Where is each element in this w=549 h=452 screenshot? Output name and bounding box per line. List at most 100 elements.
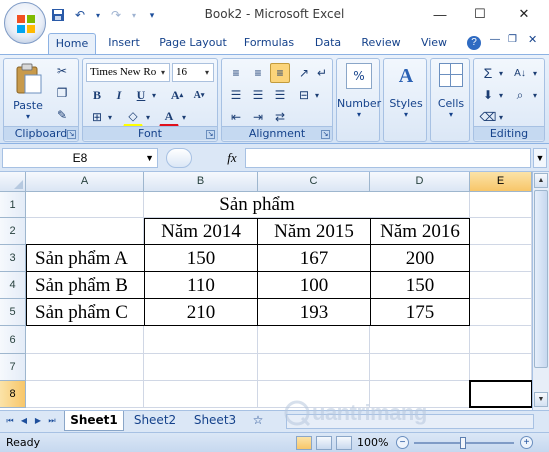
find-select-icon[interactable]: ⌕ — [510, 85, 530, 105]
fill-color-icon[interactable]: ◇ — [123, 107, 143, 127]
formula-expand-icon[interactable]: ▼ — [533, 148, 547, 168]
close-button[interactable]: ✕ — [504, 0, 544, 28]
minimize-button[interactable]: — — [420, 0, 460, 28]
align-left-icon[interactable]: ☰ — [226, 85, 246, 105]
scroll-down-icon[interactable]: ▼ — [534, 392, 548, 407]
cell-c6[interactable] — [258, 326, 370, 354]
clipboard-launcher-icon[interactable]: ↘ — [67, 130, 76, 139]
help-icon[interactable]: ? — [467, 36, 481, 50]
shrink-font-icon[interactable]: A ▾ — [189, 85, 209, 105]
orientation-icon[interactable]: ↗ — [294, 63, 314, 83]
text-direction-icon[interactable]: ⇄ — [270, 107, 290, 127]
font-name-select[interactable]: Times New Ro ▾ — [86, 63, 170, 82]
sort-filter-dropdown-icon[interactable]: ▾ — [530, 63, 540, 83]
year-header-2015[interactable]: Năm 2015 — [257, 218, 371, 245]
autosum-icon[interactable]: Σ — [478, 63, 498, 83]
cut-icon[interactable]: ✂ — [52, 61, 72, 81]
cell-a1[interactable] — [26, 192, 144, 218]
underline-button[interactable]: U — [131, 85, 151, 105]
page-layout-view-icon[interactable] — [316, 436, 332, 450]
find-select-dropdown-icon[interactable]: ▾ — [530, 85, 540, 105]
product-a-2015[interactable]: 167 — [257, 244, 371, 272]
page-break-view-icon[interactable] — [336, 436, 352, 450]
borders-dropdown-icon[interactable]: ▾ — [105, 107, 115, 127]
row-header-2[interactable]: 2 — [0, 218, 26, 245]
borders-icon[interactable]: ⊞ — [87, 107, 107, 127]
clear-dropdown-icon[interactable]: ▾ — [496, 107, 506, 127]
number-button[interactable]: % Number ▾ — [337, 63, 381, 119]
cell-e5[interactable] — [470, 299, 532, 326]
styles-button[interactable]: A Styles ▾ — [384, 63, 428, 119]
align-bottom-icon[interactable]: ≡ — [270, 63, 290, 83]
zoom-in-icon[interactable]: + — [520, 436, 533, 449]
vertical-scrollbar[interactable]: ▲ ▼ — [532, 172, 549, 410]
wrap-text-icon[interactable]: ↵ — [312, 63, 332, 83]
worksheet-grid[interactable]: A B C D E 1 2 3 4 5 6 7 8 Sản phẩm Năm 2… — [0, 172, 549, 410]
fill-icon[interactable]: ⬇ — [478, 85, 498, 105]
name-box[interactable]: E8 ▼ — [2, 148, 158, 168]
normal-view-icon[interactable] — [296, 436, 312, 450]
cell-d8[interactable] — [370, 381, 470, 408]
first-sheet-icon[interactable]: ⏮ — [4, 415, 16, 427]
italic-button[interactable]: I — [109, 85, 129, 105]
column-header-e[interactable]: E — [470, 172, 532, 192]
product-b-name[interactable]: Sản phẩm B — [26, 271, 145, 299]
tab-formulas[interactable]: Formulas — [240, 33, 298, 54]
sheet-tab-3[interactable]: Sheet3 — [186, 411, 244, 431]
insert-sheet-icon[interactable]: ☆ — [248, 411, 268, 431]
font-color-icon[interactable]: A — [159, 107, 179, 127]
column-header-d[interactable]: D — [370, 172, 470, 192]
zoom-out-icon[interactable]: − — [396, 436, 409, 449]
product-c-2016[interactable]: 175 — [370, 298, 470, 326]
cell-a2[interactable] — [26, 218, 144, 245]
ribbon-restore-icon[interactable]: ❐ — [508, 34, 517, 45]
sort-filter-icon[interactable]: A↓ — [510, 63, 530, 83]
underline-dropdown-icon[interactable]: ▾ — [149, 85, 159, 105]
fill-dropdown-icon[interactable]: ▾ — [496, 85, 506, 105]
autosum-dropdown-icon[interactable]: ▾ — [496, 63, 506, 83]
cell-a6[interactable] — [26, 326, 144, 354]
cell-e6[interactable] — [470, 326, 532, 354]
font-launcher-icon[interactable]: ↘ — [206, 130, 215, 139]
paste-button[interactable]: Paste ▾ — [8, 63, 48, 123]
vertical-scroll-thumb[interactable] — [534, 190, 548, 368]
tab-view[interactable]: View — [414, 33, 454, 54]
align-center-icon[interactable]: ☰ — [248, 85, 268, 105]
align-right-icon[interactable]: ☰ — [270, 85, 290, 105]
row-header-4[interactable]: 4 — [0, 272, 26, 299]
merge-dropdown-icon[interactable]: ▾ — [312, 85, 322, 105]
column-header-c[interactable]: C — [258, 172, 370, 192]
product-b-2016[interactable]: 150 — [370, 271, 470, 299]
insert-function-button[interactable]: fx — [222, 148, 242, 168]
sheet-tab-1[interactable]: Sheet1 — [64, 411, 124, 431]
cell-e7[interactable] — [470, 354, 532, 381]
table-title[interactable]: Sản phẩm — [144, 192, 370, 218]
cell-b8[interactable] — [144, 381, 258, 408]
cell-b6[interactable] — [144, 326, 258, 354]
cell-d1[interactable] — [370, 192, 470, 218]
row-header-5[interactable]: 5 — [0, 299, 26, 326]
align-middle-icon[interactable]: ≡ — [248, 63, 268, 83]
product-a-2016[interactable]: 200 — [370, 244, 470, 272]
product-a-name[interactable]: Sản phẩm A — [26, 244, 145, 272]
active-cell-e8[interactable] — [469, 380, 533, 408]
column-header-a[interactable]: A — [26, 172, 144, 192]
ribbon-close-icon[interactable]: ✕ — [528, 33, 537, 46]
product-c-name[interactable]: Sản phẩm C — [26, 298, 145, 326]
office-button[interactable] — [4, 2, 46, 44]
font-size-select[interactable]: 16 ▾ — [172, 63, 214, 82]
tab-review[interactable]: Review — [356, 33, 406, 54]
row-header-7[interactable]: 7 — [0, 354, 26, 381]
ribbon-minimize-icon[interactable]: — — [490, 34, 500, 45]
select-all-corner[interactable] — [0, 172, 26, 192]
zoom-level[interactable]: 100% — [357, 436, 388, 449]
cell-a7[interactable] — [26, 354, 144, 381]
font-color-dropdown-icon[interactable]: ▾ — [179, 107, 189, 127]
product-a-2014[interactable]: 150 — [144, 244, 258, 272]
cell-a8[interactable] — [26, 381, 144, 408]
product-c-2015[interactable]: 193 — [257, 298, 371, 326]
sheet-tab-2[interactable]: Sheet2 — [126, 411, 184, 431]
format-painter-icon[interactable]: ✎ — [52, 105, 72, 125]
cell-e1[interactable] — [470, 192, 532, 218]
decrease-indent-icon[interactable]: ⇤ — [226, 107, 246, 127]
